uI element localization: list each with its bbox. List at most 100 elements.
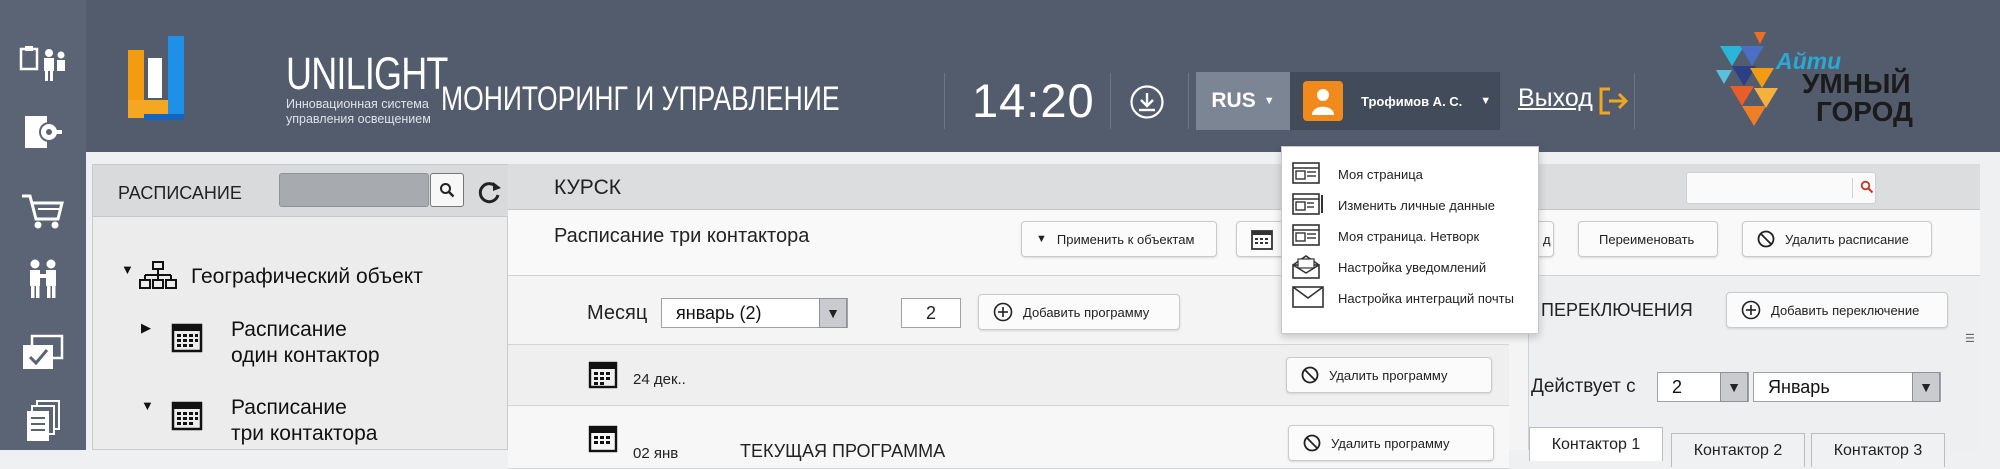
profile-card-icon <box>1292 162 1320 184</box>
unilight-logo-icon <box>126 26 188 130</box>
delete-program-button[interactable]: Удалить программу <box>1286 357 1492 393</box>
top-search-input[interactable] <box>1686 172 1876 204</box>
apply-to-objects-button[interactable]: ▼ Применить к объектам <box>1021 221 1217 257</box>
schedule-tree-panel: РАСПИСАНИЕ ▼ Географический объект ▶ Рас… <box>92 164 509 450</box>
button-label: Удалить программу <box>1331 435 1450 451</box>
month-select[interactable]: Январь ▼ <box>1753 372 1941 402</box>
menu-item-mail-integration[interactable]: Настройка интеграций почты <box>1282 283 1540 313</box>
page-title: МОНИТОРИНГ И УПРАВЛЕНИЕ <box>441 80 840 118</box>
add-switch-button[interactable]: Добавить переключение <box>1726 292 1948 328</box>
location-bar: КУРСК <box>508 164 1980 210</box>
tab-contactor-2[interactable]: Контактор 2 <box>1671 433 1805 467</box>
calendar-icon <box>171 321 203 353</box>
chevron-down-icon: ▼ <box>1480 95 1492 107</box>
table-row[interactable]: 02 янв ТЕКУЩАЯ ПРОГРАММА Удалить програм… <box>508 407 1509 469</box>
header-divider <box>944 73 945 129</box>
menu-item-label: Моя страница <box>1338 166 1423 182</box>
expand-caret-icon[interactable]: ▼ <box>121 262 134 277</box>
button-label: Удалить программу <box>1329 367 1448 383</box>
rail-clipboard-user-icon[interactable] <box>16 38 70 88</box>
month-label: Месяц <box>587 302 648 324</box>
refresh-icon[interactable] <box>474 177 504 207</box>
menu-item-network-page[interactable]: Моя страница. Нетворк <box>1282 221 1540 251</box>
calendar-icon <box>588 423 618 453</box>
delete-schedule-button[interactable]: Удалить расписание <box>1742 221 1932 257</box>
logout-link[interactable]: Выход <box>1518 84 1593 113</box>
left-rail <box>0 0 86 450</box>
tree-item-label-line1: Расписание <box>231 318 347 341</box>
day-select[interactable]: 2 ▼ <box>1657 372 1749 402</box>
month-select[interactable]: январь (2) ▼ <box>661 298 848 328</box>
triangle-down-icon: ▼ <box>819 298 847 328</box>
rail-handshake-icon[interactable] <box>16 254 70 304</box>
hierarchy-icon <box>139 261 177 291</box>
schedule-toolbar: Расписание три контактора ▼ Применить к … <box>508 210 1980 276</box>
month-number-field[interactable]: 2 <box>901 298 961 328</box>
user-dropdown-menu: Моя страница Изменить личные данные Моя … <box>1281 146 1539 334</box>
add-program-button[interactable]: Добавить программу <box>978 294 1180 330</box>
row-program-name: ТЕКУЩАЯ ПРОГРАММА <box>740 441 946 461</box>
triangle-down-icon: ▼ <box>1912 372 1940 402</box>
main-content: КУРСК Расписание три контактора ▼ Примен… <box>508 164 1980 469</box>
search-icon <box>440 183 455 198</box>
partner-logo-line2: УМНЫЙ <box>1802 68 1911 99</box>
button-label: Добавить переключение <box>1771 302 1920 318</box>
menu-item-edit-profile[interactable]: Изменить личные данные <box>1282 190 1540 220</box>
button-label: Удалить расписание <box>1785 231 1909 247</box>
language-selector[interactable]: RUS ▼ <box>1196 72 1290 130</box>
tab-contactor-1[interactable]: Контактор 1 <box>1529 427 1663 461</box>
prohibit-icon <box>1301 366 1319 384</box>
header-divider <box>1634 73 1635 129</box>
tab-contactor-3[interactable]: Контактор 3 <box>1811 433 1945 467</box>
triangle-down-icon: ▼ <box>1720 372 1748 402</box>
logout-icon[interactable] <box>1598 86 1632 116</box>
clock: 14:20 <box>972 74 1095 127</box>
menu-item-notifications[interactable]: Настройка уведомлений <box>1282 252 1540 282</box>
menu-lines-icon[interactable]: ☰ <box>1965 332 1975 345</box>
rename-button[interactable]: Переименовать <box>1578 221 1718 257</box>
expand-caret-icon[interactable]: ▶ <box>141 320 151 336</box>
edit-card-icon <box>1292 193 1324 215</box>
tree-item-schedule-one[interactable]: Расписание один контактор <box>231 317 380 369</box>
menu-item-label: Настройка уведомлений <box>1338 259 1487 275</box>
header-divider <box>1110 73 1111 129</box>
calendar-icon <box>588 359 618 389</box>
menu-item-label: Изменить личные данные <box>1338 197 1495 213</box>
search-icon[interactable] <box>1860 180 1874 194</box>
row-date: 24 дек.. <box>633 371 686 388</box>
plus-circle-icon <box>993 302 1013 322</box>
rail-documents-icon[interactable] <box>16 396 70 446</box>
month-select-value: январь (2) <box>676 302 762 323</box>
button-label: Применить к объектам <box>1056 231 1195 247</box>
panel-header: РАСПИСАНИЕ <box>93 165 509 217</box>
table-row[interactable]: 24 дек.. Удалить программу <box>508 344 1509 406</box>
avatar <box>1303 81 1343 121</box>
location-title: КУРСК <box>554 176 621 199</box>
tree-item-geo-object[interactable]: Географический объект <box>191 264 423 290</box>
rail-cart-icon[interactable] <box>16 186 70 236</box>
search-divider <box>1852 178 1853 198</box>
delete-program-button[interactable]: Удалить программу <box>1288 425 1494 461</box>
app-header: UNILIGHT Инновационная система управлени… <box>86 0 2000 152</box>
download-icon[interactable] <box>1129 84 1165 120</box>
search-button[interactable] <box>430 173 464 207</box>
tree-item-schedule-three[interactable]: Расписание три контактора <box>231 395 377 447</box>
partner-logo-line3: ГОРОД <box>1816 96 1913 127</box>
button-label: Добавить программу <box>1023 304 1150 320</box>
header-divider <box>1188 73 1189 129</box>
tree-search-input[interactable] <box>279 173 429 207</box>
rail-settings-document-icon[interactable] <box>16 107 70 157</box>
user-menu-button[interactable]: Трофимов А. С. ▼ <box>1290 72 1500 130</box>
chevron-down-icon: ▼ <box>1263 95 1275 107</box>
open-envelope-icon <box>1292 255 1320 279</box>
effective-from-label: Действует с <box>1531 376 1636 397</box>
language-label: RUS <box>1211 89 1256 112</box>
smart-city-logo <box>1710 26 1800 136</box>
expand-caret-icon[interactable]: ▼ <box>141 398 154 413</box>
brand-tagline: Инновационная система управления освещен… <box>286 97 431 126</box>
menu-item-my-page[interactable]: Моя страница <box>1282 159 1540 189</box>
day-select-value: 2 <box>1672 376 1683 397</box>
switches-panel: ПЕРЕКЛЮЧЕНИЯ Добавить переключение ☰ Дей… <box>1528 276 1980 467</box>
row-date: 02 янв <box>633 445 679 462</box>
rail-check-windows-icon[interactable] <box>16 328 70 378</box>
